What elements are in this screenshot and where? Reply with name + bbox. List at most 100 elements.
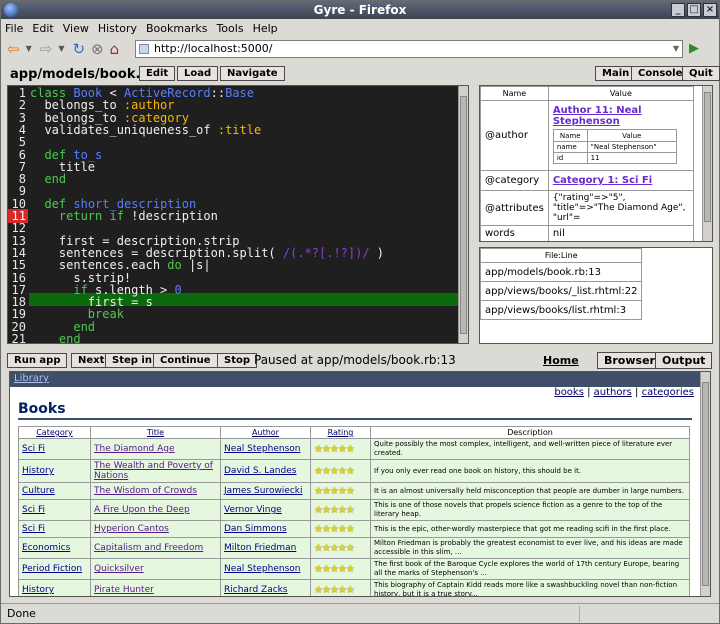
book-title-link[interactable]: Pirate Hunter	[94, 585, 154, 595]
col-author[interactable]: Author	[220, 426, 311, 439]
book-author-link[interactable]: Neal Stephenson	[224, 564, 300, 574]
sub-var-name: id	[552, 152, 588, 164]
vars-header-name: Name	[480, 86, 549, 101]
book-category-link[interactable]: Culture	[22, 486, 55, 496]
navigate-button[interactable]: Navigate	[220, 66, 285, 81]
line-number[interactable]: 21	[8, 332, 28, 343]
sub-var-name: name	[552, 141, 588, 153]
col-category[interactable]: Category	[18, 426, 91, 439]
stack-frame[interactable]: app/views/books/list.rhtml:3	[479, 300, 643, 320]
book-author-link[interactable]: Neal Stephenson	[224, 444, 300, 454]
step-in-button[interactable]: Step in	[105, 353, 159, 368]
rating-stars-icon: ★★★★★	[314, 504, 355, 516]
book-description: Quite possibly the most complex, intelli…	[374, 440, 673, 457]
call-stack-panel: File:Line app/models/book.rb:13 app/view…	[479, 247, 713, 344]
var-name: @category	[480, 170, 549, 191]
book-author-link[interactable]: Dan Simmons	[224, 524, 287, 534]
stack-frame[interactable]: app/views/books/_list.rhtml:22	[479, 281, 643, 301]
back-dropdown-icon[interactable]: ▼	[26, 39, 32, 59]
book-category-link[interactable]: Period Fiction	[22, 564, 82, 574]
menu-file[interactable]: File	[5, 22, 23, 35]
title-bar: Gyre - Firefox _ □ ×	[1, 1, 719, 19]
book-description: It is an almost universally held misconc…	[374, 486, 684, 495]
var-name: @attributes	[480, 190, 549, 226]
book-title-link[interactable]: Hyperion Cantos	[94, 524, 169, 534]
categories-link[interactable]: categories	[642, 387, 694, 398]
col-title[interactable]: Title	[90, 426, 221, 439]
rating-stars-icon: ★★★★★	[314, 465, 355, 477]
go-arrow-icon[interactable]: ▶	[689, 41, 705, 57]
book-category-link[interactable]: Sci Fi	[22, 505, 45, 515]
book-title-link[interactable]: Capitalism and Freedom	[94, 543, 203, 553]
book-row: Economics Capitalism and Freedom Milton Fr…	[18, 537, 690, 559]
close-icon[interactable]: ×	[703, 3, 717, 17]
console-button[interactable]: Console	[631, 66, 690, 81]
book-author-link[interactable]: David S. Landes	[224, 466, 296, 476]
menu-help[interactable]: Help	[253, 22, 278, 35]
run-app-button[interactable]: Run app	[7, 353, 68, 368]
code-scroll-thumb[interactable]	[460, 96, 467, 334]
var-author-link[interactable]: Author 11: Neal Stephenson	[553, 105, 642, 127]
browser-scrollbar[interactable]	[700, 372, 710, 596]
heading-divider	[18, 418, 692, 420]
code-editor[interactable]: 1 2 3 4 5 6 7 8 9 10 11 12 13 14 15 16 17 18 19 20 21 class …	[7, 85, 469, 344]
stack-frame[interactable]: app/models/book.rb:13	[479, 262, 643, 282]
books-link[interactable]: books	[554, 387, 584, 398]
book-author-link[interactable]: James Surowiecki	[224, 486, 303, 496]
code-line: end	[58, 332, 81, 344]
edit-button[interactable]: Edit	[139, 66, 176, 81]
reload-icon[interactable]: ↻	[72, 39, 85, 59]
var-name: @author	[480, 100, 549, 171]
menu-view[interactable]: View	[63, 22, 89, 35]
url-bar[interactable]: http://localhost:5000/ ▼	[135, 40, 683, 58]
book-title-link[interactable]: The Diamond Age	[94, 444, 175, 454]
browser-tab[interactable]: Browser	[597, 352, 662, 369]
quit-button[interactable]: Quit	[682, 66, 720, 81]
stop-button[interactable]: Stop	[217, 353, 258, 368]
browser-scroll-thumb[interactable]	[702, 382, 709, 586]
home-icon[interactable]: ⌂	[110, 39, 120, 59]
maximize-icon[interactable]: □	[687, 3, 701, 17]
menu-tools[interactable]: Tools	[216, 22, 243, 35]
home-link[interactable]: Home	[543, 354, 579, 367]
back-arrow-icon[interactable]: ⇦	[7, 39, 20, 59]
url-dropdown-icon[interactable]: ▼	[673, 41, 679, 57]
firefox-window: Gyre - Firefox _ □ × File Edit View Hist…	[0, 0, 720, 624]
rating-stars-icon: ★★★★★	[314, 542, 355, 554]
book-category-link[interactable]: History	[22, 585, 54, 595]
library-link[interactable]: Library	[14, 373, 49, 384]
var-value: nil	[547, 225, 695, 241]
book-category-link[interactable]: Sci Fi	[22, 444, 45, 454]
output-tab[interactable]: Output	[655, 352, 713, 369]
books-table: Category Title Author Rating Description…	[18, 426, 690, 596]
book-row: History The Wealth and Poverty of Nations…	[18, 459, 690, 483]
book-title-link[interactable]: A Fire Upon the Deep	[94, 505, 190, 515]
book-title-link[interactable]: Quicksilver	[94, 564, 144, 574]
stop-icon[interactable]: ⊗	[91, 39, 104, 59]
col-rating[interactable]: Rating	[310, 426, 371, 439]
load-button[interactable]: Load	[177, 66, 219, 81]
book-title-link[interactable]: The Wealth and Poverty of Nations	[94, 461, 213, 481]
variables-panel: Name Value @author Author 11: Neal Steph…	[479, 85, 713, 242]
forward-dropdown-icon[interactable]: ▼	[58, 39, 64, 59]
menu-edit[interactable]: Edit	[32, 22, 53, 35]
menu-history[interactable]: History	[98, 22, 137, 35]
book-author-link[interactable]: Richard Zacks	[224, 585, 288, 595]
book-author-link[interactable]: Milton Friedman	[224, 543, 296, 553]
continue-button[interactable]: Continue	[153, 353, 218, 368]
variables-scrollbar[interactable]	[702, 86, 712, 241]
book-category-link[interactable]: History	[22, 466, 54, 476]
book-category-link[interactable]: Economics	[22, 543, 70, 553]
book-title-link[interactable]: The Wisdom of Crowds	[94, 486, 197, 496]
menu-bookmarks[interactable]: Bookmarks	[146, 22, 207, 35]
authors-link[interactable]: authors	[594, 387, 632, 398]
variables-scroll-thumb[interactable]	[704, 92, 711, 222]
book-author-link[interactable]: Vernor Vinge	[224, 505, 282, 515]
book-category-link[interactable]: Sci Fi	[22, 524, 45, 534]
books-rows: Sci Fi The Diamond Age Neal Stephenson ★★★★…	[18, 438, 690, 596]
minimize-icon[interactable]: _	[671, 3, 685, 17]
code-scrollbar[interactable]	[458, 86, 468, 343]
var-category-link[interactable]: Category 1: Sci Fi	[553, 175, 652, 186]
forward-arrow-icon[interactable]: ⇨	[40, 39, 53, 59]
book-description: Milton Friedman is probably the greatest…	[374, 539, 683, 556]
